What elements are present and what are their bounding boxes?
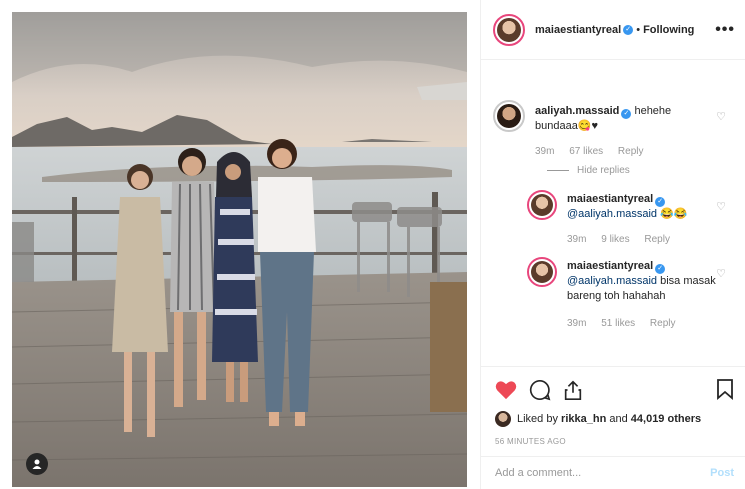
reply-username[interactable]: maiaestiantyreal <box>567 193 653 205</box>
comment-time[interactable]: 39m <box>535 146 554 157</box>
share-icon[interactable] <box>563 379 583 401</box>
small-heart-icon[interactable]: ♡ <box>716 200 726 213</box>
reply-text: 😂😂 <box>660 208 688 220</box>
liker-avatar[interactable] <box>495 411 511 427</box>
post-actions: Liked by rikka_hn and 44,019 others 56 M… <box>481 366 745 446</box>
hide-replies-label: Hide replies <box>577 165 630 176</box>
post-header: maiaestiantyreal ✓ • Following ••• <box>481 0 745 60</box>
reply-mention[interactable]: @aaliyah.massaid <box>567 208 657 220</box>
comment-box: Add a comment... Post <box>481 456 745 489</box>
reply-likes[interactable]: 51 likes <box>601 318 635 329</box>
separator-dot: • <box>636 23 641 36</box>
comments-list: aaliyah.massaid ✓ hehehe bundaaa😋♥ 39m 67… <box>481 100 745 331</box>
post-timestamp[interactable]: 56 MINUTES AGO <box>495 437 734 446</box>
bookmark-icon[interactable] <box>716 378 734 403</box>
reply-mention[interactable]: @aaliyah.massaid <box>567 275 657 287</box>
comment-input[interactable]: Add a comment... <box>495 467 581 479</box>
reply-likes[interactable]: 9 likes <box>601 234 629 245</box>
user-tag-icon[interactable] <box>26 453 48 475</box>
hide-replies-toggle[interactable]: Hide replies <box>547 165 745 176</box>
reply: maiaestiantyreal ✓ @aaliyah.massaid 😂😂 39… <box>481 190 745 247</box>
verified-icon: ✓ <box>655 264 666 274</box>
reply-username[interactable]: maiaestiantyreal <box>567 260 653 272</box>
reply-button[interactable]: Reply <box>650 318 676 329</box>
reply-time[interactable]: 39m <box>567 234 586 245</box>
comment: aaliyah.massaid ✓ hehehe bundaaa😋♥ 39m 67… <box>481 100 745 159</box>
post-details-panel: maiaestiantyreal ✓ • Following ••• aaliy… <box>480 0 745 489</box>
heart-icon[interactable] <box>495 380 517 400</box>
reply-time[interactable]: 39m <box>567 318 586 329</box>
reply: maiaestiantyreal ✓ @aaliyah.massaid bisa … <box>481 257 745 331</box>
reply-avatar[interactable] <box>527 257 557 287</box>
reply-button[interactable]: Reply <box>618 146 644 157</box>
post-photo[interactable] <box>12 12 467 487</box>
likes-and: and <box>609 413 628 425</box>
divider-line <box>547 170 569 171</box>
comment-icon[interactable] <box>529 379 551 401</box>
post-button[interactable]: Post <box>710 467 734 479</box>
commenter-avatar[interactable] <box>493 100 525 132</box>
photo-scene <box>12 12 467 487</box>
author-username[interactable]: maiaestiantyreal <box>535 24 621 36</box>
reply-avatar[interactable] <box>527 190 557 220</box>
small-heart-icon[interactable]: ♡ <box>716 267 726 280</box>
verified-icon: ✓ <box>621 109 632 119</box>
verified-icon: ✓ <box>623 24 634 35</box>
author-avatar[interactable] <box>493 13 525 46</box>
likes-summary: Liked by rikka_hn and 44,019 others <box>495 411 734 427</box>
liker-username[interactable]: rikka_hn <box>561 413 606 425</box>
more-options-icon[interactable]: ••• <box>715 21 735 39</box>
comment-likes[interactable]: 67 likes <box>569 146 603 157</box>
reply-button[interactable]: Reply <box>644 234 670 245</box>
verified-icon: ✓ <box>655 197 666 207</box>
comment-username[interactable]: aaliyah.massaid <box>535 105 619 117</box>
likes-prefix: Liked by <box>517 413 558 425</box>
likes-count[interactable]: 44,019 others <box>631 413 701 425</box>
small-heart-icon[interactable]: ♡ <box>716 110 726 123</box>
following-button[interactable]: Following <box>643 24 694 36</box>
